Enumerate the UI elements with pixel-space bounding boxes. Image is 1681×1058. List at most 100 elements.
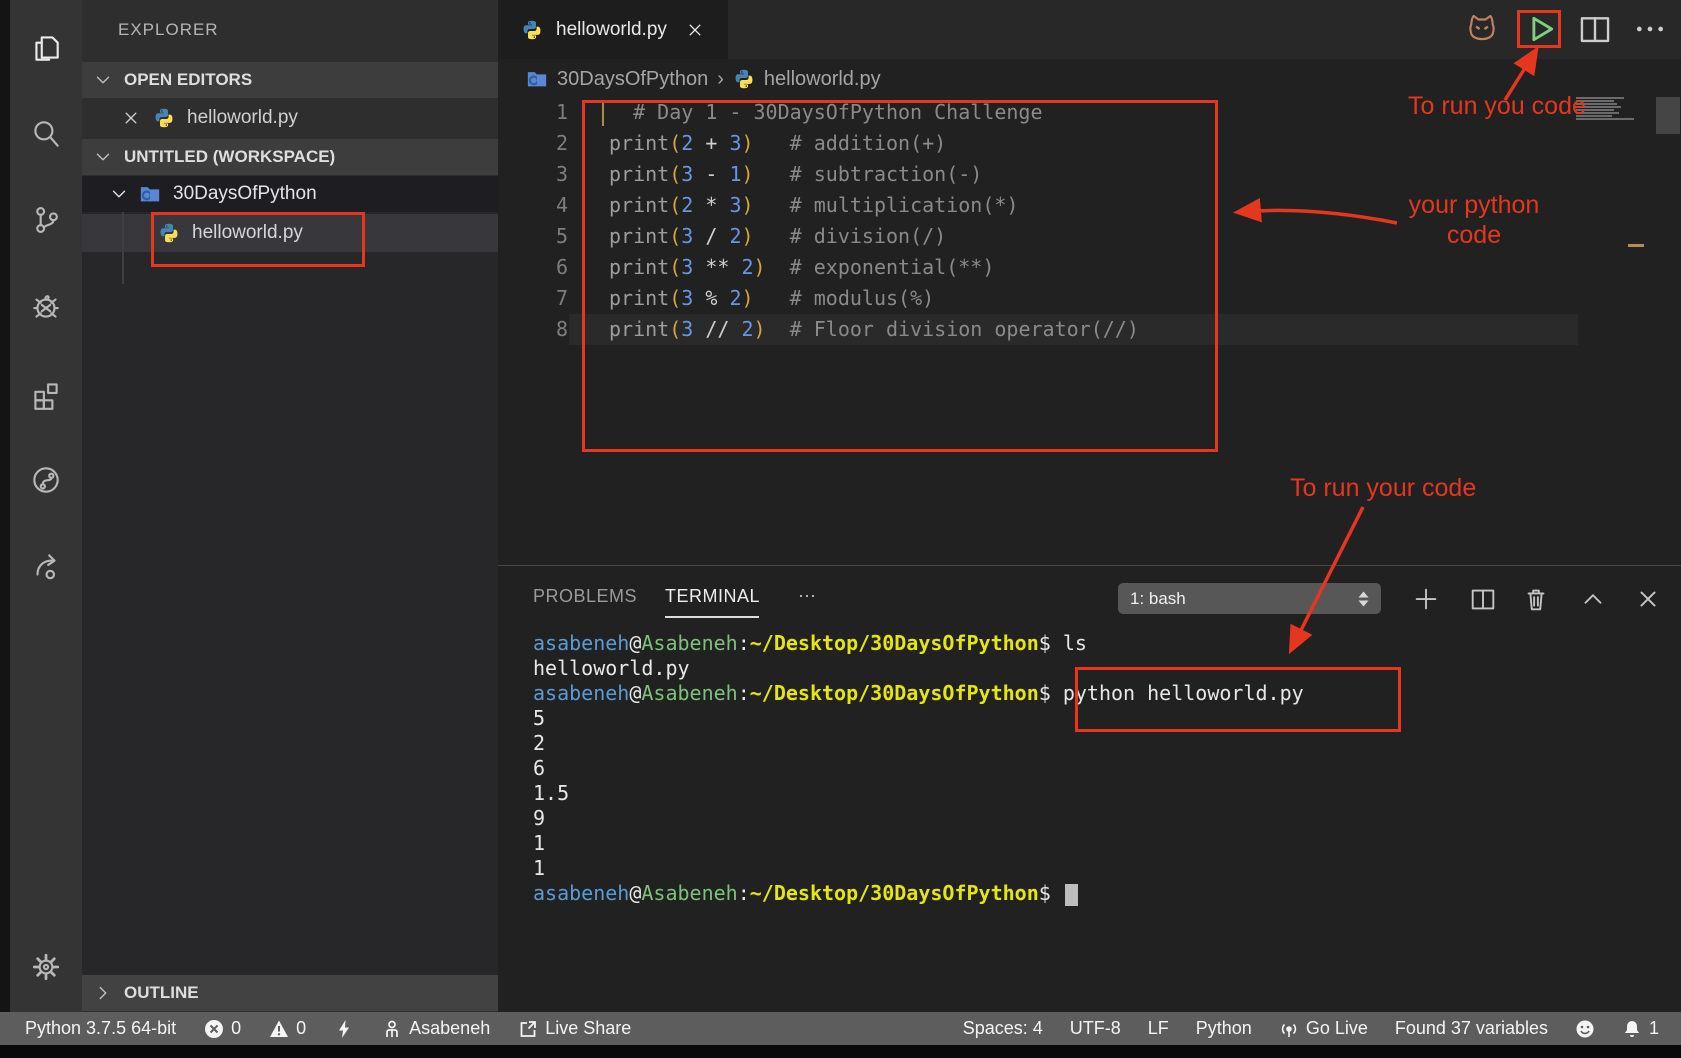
code-line-5[interactable]: 5print(3 / 2) # division(/) [540, 221, 1139, 252]
status-item-live-share[interactable]: Live Share [518, 1018, 631, 1039]
breadcrumb: 30DaysOfPython › helloworld.py [526, 63, 881, 95]
close-icon[interactable] [120, 107, 142, 129]
close-icon[interactable] [684, 19, 706, 41]
editor-tab-strip: helloworld.py [498, 0, 1681, 59]
shell-selector[interactable]: 1: bash [1118, 583, 1381, 614]
run-button[interactable] [1522, 10, 1560, 48]
open-editors-header[interactable]: OPEN EDITORS [82, 62, 498, 98]
code-line-1[interactable]: 1 # Day 1 - 30DaysOfPython Challenge [540, 97, 1139, 128]
status-item-asabeneh[interactable]: Asabeneh [382, 1018, 490, 1039]
code-area[interactable]: 1 # Day 1 - 30DaysOfPython Challenge2pri… [540, 97, 1139, 345]
minimap-line [1576, 115, 1612, 117]
lightning-icon [334, 1019, 354, 1039]
chevron-right-icon[interactable] [92, 982, 114, 1004]
sidebar-title: EXPLORER [118, 20, 219, 40]
breadcrumb-folder[interactable]: 30DaysOfPython [557, 68, 708, 91]
code-line-7[interactable]: 7print(3 % 2) # modulus(%) [540, 283, 1139, 314]
more-actions-icon[interactable] [1631, 10, 1669, 48]
line-number: 5 [540, 221, 568, 252]
code-line-3[interactable]: 3print(3 - 1) # subtraction(-) [540, 159, 1139, 190]
terminal-output[interactable]: asabeneh@Asabeneh:~/Desktop/30DaysOfPyth… [533, 631, 1304, 906]
kill-terminal-icon[interactable] [1521, 584, 1551, 614]
chevron-down-icon[interactable] [108, 183, 130, 205]
close-panel-icon[interactable] [1633, 584, 1663, 614]
line-number: 6 [540, 252, 568, 283]
terminal-output-line: 2 [533, 731, 1304, 756]
minimap-line [1576, 106, 1621, 108]
open-editor-filename[interactable]: helloworld.py [187, 107, 298, 129]
status-right: Spaces: 4 UTF-8 LF Python Go Live Found 37 va… [963, 1012, 1659, 1045]
split-editor-icon[interactable] [1576, 10, 1614, 48]
minimap-line [1576, 118, 1634, 120]
status-item[interactable] [334, 1019, 354, 1039]
maximize-panel-icon[interactable] [1578, 584, 1608, 614]
status-item[interactable] [1575, 1019, 1595, 1039]
extensions-icon[interactable] [27, 376, 65, 414]
tab-helloworld[interactable]: helloworld.py [498, 0, 728, 59]
code-line-6[interactable]: 6print(3 ** 2) # exponential(**) [540, 252, 1139, 283]
terminal-output-line: 1 [533, 831, 1304, 856]
source-control-icon[interactable] [27, 201, 65, 239]
tab-terminal[interactable]: TERMINAL [665, 586, 760, 607]
code-line-4[interactable]: 4print(2 * 3) # multiplication(*) [540, 190, 1139, 221]
status-item-0[interactable]: 0 [269, 1018, 306, 1039]
tree-filename[interactable]: helloworld.py [192, 222, 303, 244]
workspace-header[interactable]: UNTITLED (WORKSPACE) [82, 139, 498, 175]
status-item-utf-8[interactable]: UTF-8 [1070, 1018, 1121, 1039]
person-icon [382, 1019, 402, 1039]
status-item-go-live[interactable]: Go Live [1279, 1018, 1368, 1039]
line-number: 3 [540, 159, 568, 190]
broadcast-icon [1279, 1019, 1299, 1039]
terminal-panel: PROBLEMS TERMINAL ⋯ 1: bash asabeneh@Asa… [498, 565, 1681, 1012]
status-item-found-37-variables[interactable]: Found 37 variables [1395, 1018, 1548, 1039]
panel-more-icon[interactable]: ⋯ [798, 586, 818, 607]
scrollbar-thumb[interactable] [1656, 97, 1680, 134]
text-cursor [602, 101, 604, 126]
tab-problems[interactable]: PROBLEMS [533, 586, 637, 607]
terminal-output-line: 6 [533, 756, 1304, 781]
code-line-2[interactable]: 2print(2 + 3) # addition(+) [540, 128, 1139, 159]
outline-label: OUTLINE [124, 983, 199, 1003]
status-item-0[interactable]: 0 [204, 1018, 241, 1039]
bell-icon [1622, 1019, 1642, 1039]
cat-extension-icon[interactable] [1463, 10, 1501, 48]
folder-item[interactable]: 30DaysOfPython [82, 176, 498, 212]
chevron-down-icon[interactable] [92, 69, 114, 91]
open-editor-item[interactable]: helloworld.py [82, 100, 498, 136]
minimap[interactable] [1576, 97, 1656, 121]
python-file-icon [521, 19, 543, 41]
status-item-python[interactable]: Python [1196, 1018, 1252, 1039]
chevron-down-icon[interactable] [92, 146, 114, 168]
split-terminal-icon[interactable] [1468, 584, 1498, 614]
tab-label[interactable]: helloworld.py [556, 19, 667, 41]
terminal-output-line: 1.5 [533, 781, 1304, 806]
terminal-prompt-line: asabeneh@Asabeneh:~/Desktop/30DaysOfPyth… [533, 631, 1304, 656]
files-icon[interactable] [27, 29, 65, 67]
editor-pane[interactable]: 30DaysOfPython › helloworld.py 1 # Day 1… [498, 59, 1681, 565]
code-line-8[interactable]: 8print(3 // 2) # Floor division operator… [540, 314, 1139, 345]
outline-header[interactable]: OUTLINE [82, 975, 498, 1011]
line-number: 8 [540, 314, 568, 345]
bottom-black-strip [0, 1045, 1681, 1058]
settings-gear-icon[interactable] [27, 948, 65, 986]
live-share-activity-icon[interactable] [27, 547, 65, 585]
active-tab-underline [665, 616, 759, 618]
folder-name[interactable]: 30DaysOfPython [173, 183, 317, 205]
line-number: 1 [540, 97, 568, 128]
search-icon[interactable] [27, 115, 65, 153]
breadcrumb-file[interactable]: helloworld.py [764, 68, 881, 91]
circle-branch-icon[interactable] [27, 461, 65, 499]
file-tree: 30DaysOfPython helloworld.py [82, 176, 498, 975]
terminal-prompt-line: asabeneh@Asabeneh:~/Desktop/30DaysOfPyth… [533, 681, 1304, 706]
status-item-1[interactable]: 1 [1622, 1018, 1659, 1039]
status-item-python-3-7-5-64-bit[interactable]: Python 3.7.5 64-bit [25, 1018, 176, 1039]
new-terminal-icon[interactable] [1411, 584, 1441, 614]
workspace-folder-icon [526, 68, 548, 90]
select-updown-icon [1358, 591, 1369, 607]
tree-file-item[interactable]: helloworld.py [82, 214, 498, 252]
error-circle-icon [204, 1019, 224, 1039]
status-item-spaces-4[interactable]: Spaces: 4 [963, 1018, 1043, 1039]
minimap-marker [1628, 244, 1644, 247]
status-item-lf[interactable]: LF [1148, 1018, 1169, 1039]
debug-icon[interactable] [27, 288, 65, 326]
